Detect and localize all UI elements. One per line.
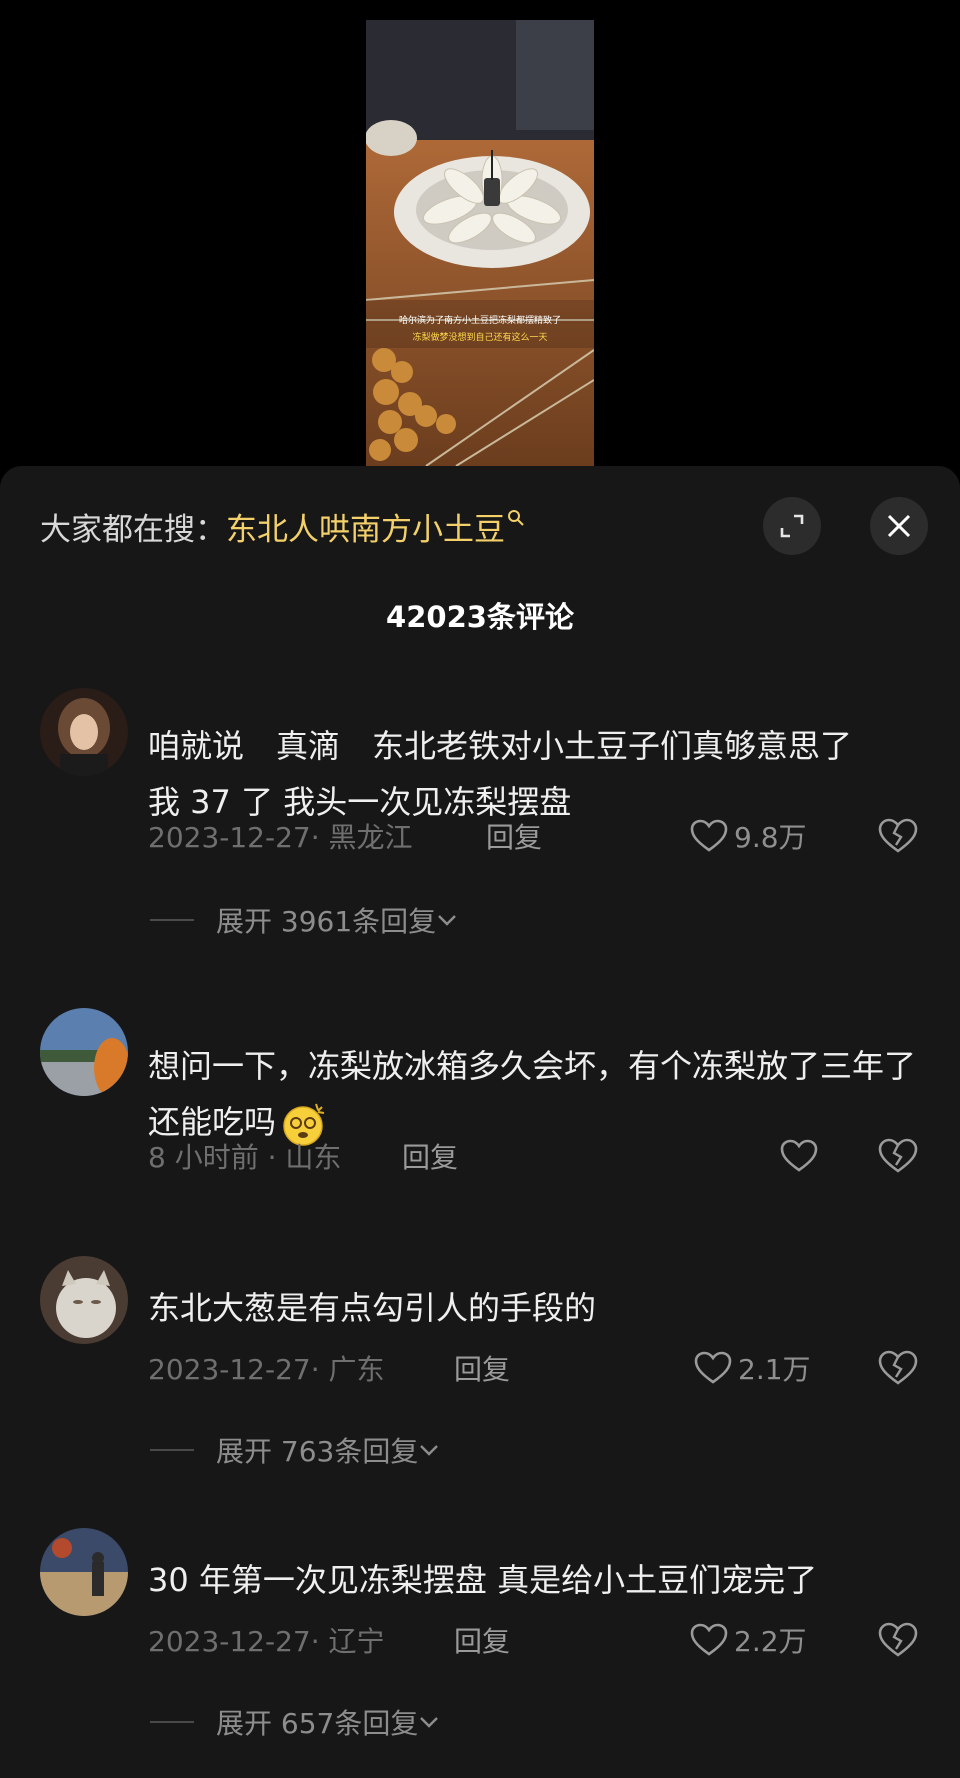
search-suggestion[interactable]: 大家都在搜： 东北人哄南方小土豆 [40, 504, 525, 548]
close-icon [887, 514, 911, 538]
comment-meta: 2023-12-27· 辽宁 [148, 1625, 385, 1658]
chevron-down-icon [438, 915, 457, 926]
expand-replies-button[interactable]: 展开 657条回复 [150, 1702, 440, 1742]
like-count: 2.2万 [734, 1625, 807, 1658]
heart-icon [780, 1139, 818, 1172]
heart-icon [690, 819, 728, 852]
video-caption-line1: 哈尔滨为了南方小土豆把冻梨都摆精致了 [398, 316, 561, 326]
comment-meta: 2023-12-27· 广东 [148, 1353, 385, 1386]
expand-replies-button[interactable]: 展开 763条回复 [150, 1430, 440, 1470]
expand-icon [780, 514, 804, 538]
search-icon [508, 510, 524, 526]
comment-sheet: 大家都在搜： 东北人哄南方小土豆 42023条评论 咱就说 真滴 东北老铁对小土… [0, 466, 960, 1778]
like-button[interactable] [780, 1136, 824, 1176]
comment-text: 想问一下，冻梨放冰箱多久会坏，有个冻梨放了三年了还能吃吗 [148, 1038, 918, 1150]
video-player[interactable]: 哈尔滨为了南方小土豆把冻梨都摆精致了 冻梨做梦没想到自己还有这么一天 [366, 20, 594, 466]
avatar[interactable] [40, 1528, 128, 1616]
like-count: 9.8万 [734, 821, 807, 854]
expand-replies-label: 展开 763条回复 [216, 1435, 419, 1468]
comment-meta: 2023-12-27· 黑龙江 [148, 821, 413, 854]
expand-replies-button[interactable]: 展开 3961条回复 [150, 900, 458, 940]
comment-text: 东北大葱是有点勾引人的手段的 [148, 1289, 597, 1327]
avatar[interactable] [40, 688, 128, 776]
comment-text-body: 想问一下，冻梨放冰箱多久会坏，有个冻梨放了三年了还能吃吗 [148, 1047, 917, 1141]
chevron-down-icon [420, 1445, 439, 1456]
heart-icon [694, 1351, 732, 1384]
comment-meta: 8 小时前 · 山东 [148, 1141, 342, 1174]
reply-button[interactable]: 回复 [486, 816, 542, 856]
broken-heart-icon[interactable] [878, 1620, 918, 1660]
comment-text: 30 年第一次见冻梨摆盘 真是给小土豆们宠完了 [148, 1561, 818, 1599]
like-button[interactable]: 2.2万 [690, 1620, 807, 1660]
broken-heart-icon[interactable] [878, 1136, 918, 1176]
reply-button[interactable]: 回复 [402, 1136, 458, 1176]
avatar[interactable] [40, 1008, 128, 1096]
expand-replies-label: 展开 657条回复 [216, 1707, 419, 1740]
broken-heart-icon[interactable] [878, 1348, 918, 1388]
comment-text: 咱就说 真滴 东北老铁对小土豆子们真够意思了 我 37 了 我头一次见冻梨摆盘 [148, 727, 895, 821]
video-caption-line2: 冻梨做梦没想到自己还有这么一天 [412, 333, 548, 343]
like-button[interactable]: 9.8万 [690, 816, 807, 856]
like-count: 2.1万 [738, 1353, 811, 1386]
video-frame [366, 20, 594, 466]
avatar[interactable] [40, 1256, 128, 1344]
broken-heart-icon[interactable] [878, 816, 918, 856]
divider-line [150, 1721, 194, 1723]
search-suggestion-term[interactable]: 东北人哄南方小土豆 [226, 504, 505, 549]
heart-icon [690, 1623, 728, 1656]
search-suggestion-prefix: 大家都在搜： [40, 511, 226, 548]
expand-button[interactable] [763, 497, 821, 555]
reply-button[interactable]: 回复 [454, 1620, 510, 1660]
close-button[interactable] [870, 497, 928, 555]
reply-button[interactable]: 回复 [454, 1348, 510, 1388]
expand-replies-label: 展开 3961条回复 [216, 905, 437, 938]
comment-count: 42023条评论 [386, 600, 574, 634]
divider-line [150, 919, 194, 921]
chevron-down-icon [420, 1717, 439, 1728]
like-button[interactable]: 2.1万 [694, 1348, 811, 1388]
divider-line [150, 1449, 194, 1451]
